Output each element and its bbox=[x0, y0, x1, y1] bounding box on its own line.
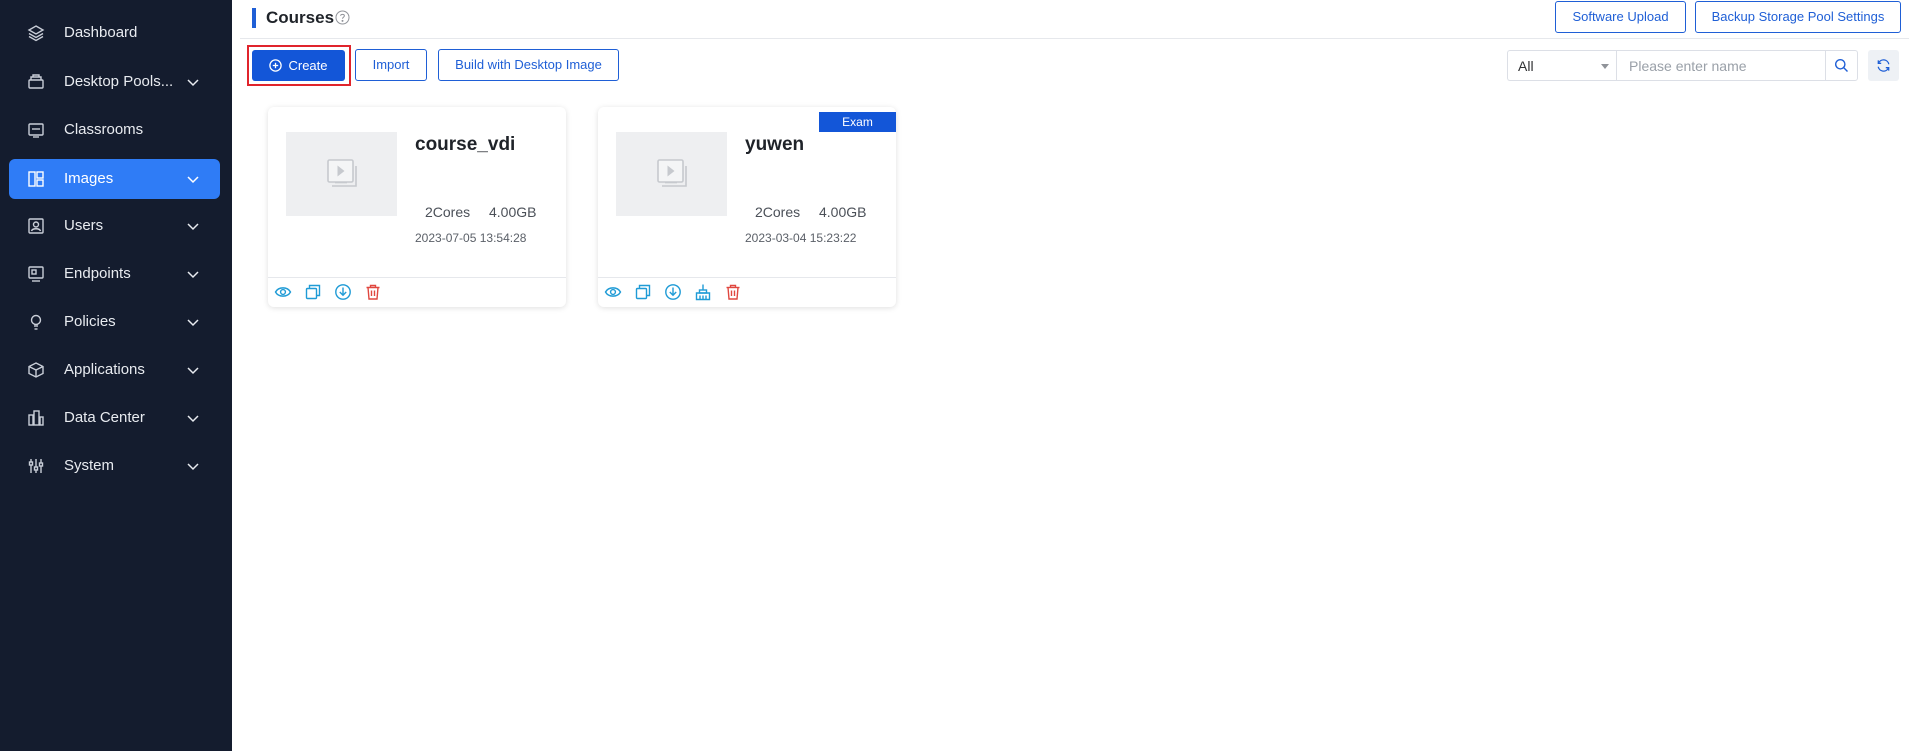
endpoint-icon bbox=[27, 265, 45, 283]
sidebar-item-data-center[interactable]: Data Center bbox=[9, 398, 220, 438]
chevron-down-icon bbox=[185, 458, 201, 474]
layers-icon bbox=[27, 24, 45, 42]
sidebar-item-endpoints[interactable]: Endpoints bbox=[9, 254, 220, 294]
chevron-down-icon bbox=[185, 171, 201, 187]
video-file-icon bbox=[655, 157, 689, 191]
sidebar-item-label: Data Center bbox=[64, 409, 145, 426]
header-divider bbox=[240, 38, 1909, 39]
import-button[interactable]: Import bbox=[355, 49, 427, 81]
search-button[interactable] bbox=[1825, 50, 1858, 81]
card-divider bbox=[268, 277, 566, 278]
create-button[interactable]: Create bbox=[252, 50, 345, 81]
card-actions bbox=[274, 283, 382, 301]
image-thumbnail bbox=[286, 132, 397, 216]
user-icon bbox=[27, 217, 45, 235]
delete-icon[interactable] bbox=[724, 283, 742, 301]
video-file-icon bbox=[325, 157, 359, 191]
search-icon bbox=[1834, 58, 1849, 73]
building-icon bbox=[27, 409, 45, 427]
image-thumbnail bbox=[616, 132, 727, 216]
sidebar-item-applications[interactable]: Applications bbox=[9, 350, 220, 390]
sidebar-item-label: Classrooms bbox=[64, 121, 144, 138]
card-date: 2023-03-04 15:23:22 bbox=[745, 231, 857, 245]
card-title: yuwen bbox=[745, 134, 805, 155]
search-input[interactable] bbox=[1616, 50, 1826, 81]
exam-badge: Exam bbox=[819, 112, 896, 132]
images-icon bbox=[27, 170, 45, 188]
lightbulb-icon bbox=[27, 313, 45, 331]
image-card[interactable]: Exam yuwen 2Cores 4.00GB 2023-03-04 15:2… bbox=[598, 107, 896, 307]
card-memory: 4.00GB bbox=[489, 204, 537, 220]
card-divider bbox=[598, 277, 896, 278]
card-cores: 2Cores bbox=[755, 204, 801, 220]
refresh-button[interactable] bbox=[1868, 50, 1899, 81]
sidebar-item-label: Applications bbox=[64, 361, 145, 378]
help-icon[interactable] bbox=[335, 10, 350, 25]
sidebar-item-label: Policies bbox=[64, 313, 116, 330]
sidebar-item-desktop-pools[interactable]: Desktop Pools... bbox=[9, 62, 220, 102]
filter-select-value: All bbox=[1518, 58, 1534, 74]
delete-icon[interactable] bbox=[364, 283, 382, 301]
sidebar-item-label: Endpoints bbox=[64, 265, 131, 282]
card-cores: 2Cores bbox=[425, 204, 471, 220]
sidebar-item-dashboard[interactable]: Dashboard bbox=[9, 13, 220, 53]
card-actions bbox=[604, 283, 742, 301]
download-icon[interactable] bbox=[664, 283, 682, 301]
sidebar-item-label: Desktop Pools... bbox=[64, 73, 174, 90]
chevron-down-icon bbox=[185, 218, 201, 234]
package-icon bbox=[27, 361, 45, 379]
caret-down-icon bbox=[1601, 64, 1609, 69]
view-icon[interactable] bbox=[274, 283, 292, 301]
download-icon[interactable] bbox=[334, 283, 352, 301]
sidebar-item-label: Images bbox=[64, 170, 114, 187]
sidebar: Dashboard Desktop Pools... Classrooms Im… bbox=[0, 0, 232, 751]
sidebar-item-label: System bbox=[64, 457, 115, 474]
filter-select[interactable]: All bbox=[1507, 50, 1617, 81]
software-upload-button[interactable]: Software Upload bbox=[1555, 1, 1686, 33]
chevron-down-icon bbox=[185, 266, 201, 282]
card-date: 2023-07-05 13:54:28 bbox=[415, 231, 527, 245]
app-window: Dashboard Desktop Pools... Classrooms Im… bbox=[0, 0, 1909, 751]
sidebar-item-images[interactable]: Images bbox=[9, 159, 220, 199]
classroom-icon bbox=[27, 121, 45, 139]
chevron-down-icon bbox=[185, 74, 201, 90]
card-memory: 4.00GB bbox=[819, 204, 867, 220]
refresh-icon bbox=[1876, 58, 1891, 73]
sidebar-item-users[interactable]: Users bbox=[9, 206, 220, 246]
view-icon[interactable] bbox=[604, 283, 622, 301]
sidebar-item-classrooms[interactable]: Classrooms bbox=[9, 110, 220, 150]
sidebar-item-label: Dashboard bbox=[64, 24, 138, 41]
chevron-down-icon bbox=[185, 410, 201, 426]
plus-circle-icon bbox=[269, 59, 283, 72]
stack-icon bbox=[27, 73, 45, 91]
image-card[interactable]: course_vdi 2Cores 4.00GB 2023-07-05 13:5… bbox=[268, 107, 566, 307]
copy-icon[interactable] bbox=[634, 283, 652, 301]
build-with-desktop-image-button[interactable]: Build with Desktop Image bbox=[438, 49, 619, 81]
chevron-down-icon bbox=[185, 362, 201, 378]
chevron-down-icon bbox=[185, 314, 201, 330]
sliders-icon bbox=[27, 457, 45, 475]
clean-icon[interactable] bbox=[694, 283, 712, 301]
sidebar-item-label: Users bbox=[64, 217, 104, 234]
backup-storage-pool-settings-button[interactable]: Backup Storage Pool Settings bbox=[1695, 1, 1901, 33]
title-accent-bar bbox=[252, 8, 256, 28]
sidebar-item-policies[interactable]: Policies bbox=[9, 302, 220, 342]
card-title: course_vdi bbox=[415, 134, 516, 155]
page-title: Courses bbox=[266, 8, 335, 27]
copy-icon[interactable] bbox=[304, 283, 322, 301]
sidebar-item-system[interactable]: System bbox=[9, 446, 220, 486]
create-button-label: Create bbox=[288, 58, 328, 73]
